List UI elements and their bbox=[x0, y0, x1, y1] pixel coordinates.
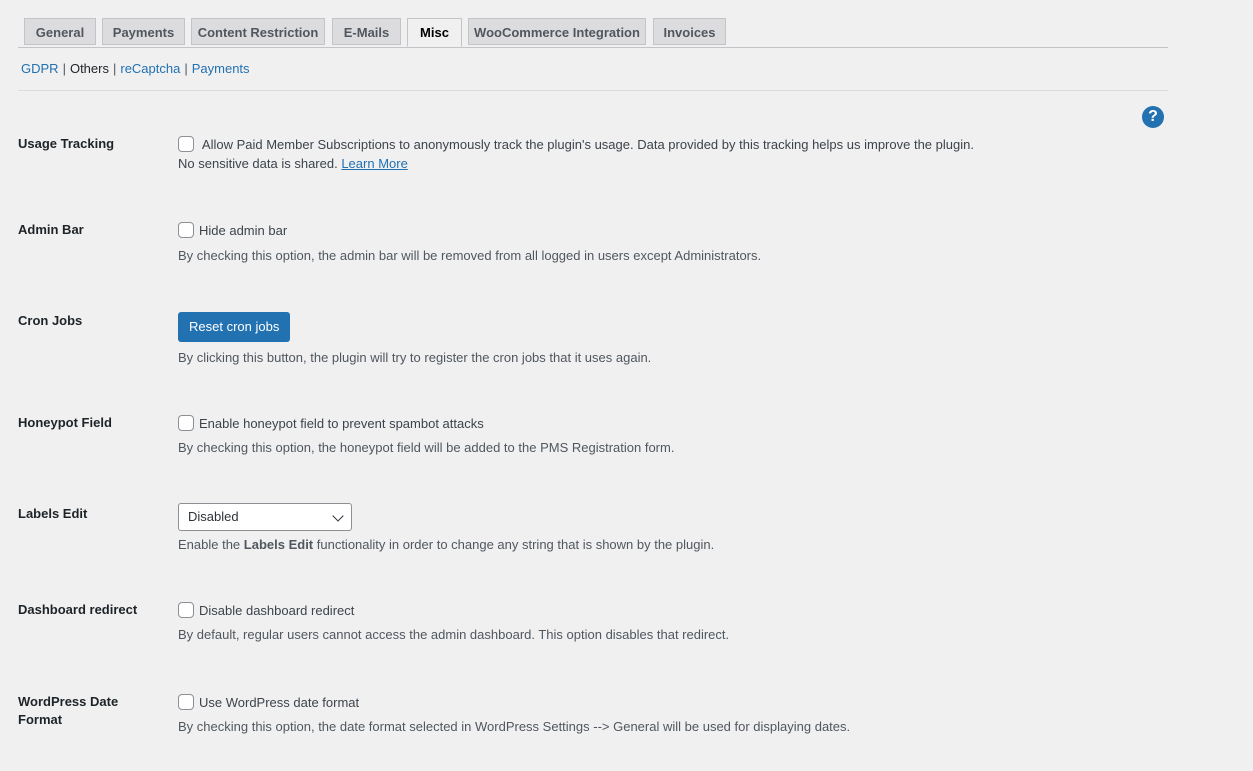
honeypot-checkbox[interactable] bbox=[178, 415, 194, 431]
cron-jobs-label: Cron Jobs bbox=[18, 313, 83, 328]
honeypot-checkbox-label: Enable honeypot field to prevent spambot… bbox=[199, 416, 484, 431]
usage-tracking-field: Allow Paid Member Subscriptions to anony… bbox=[178, 135, 1138, 173]
labels-edit-desc-bold: Labels Edit bbox=[243, 537, 314, 552]
admin-bar-description: By checking this option, the admin bar w… bbox=[178, 248, 762, 263]
chevron-down-icon bbox=[332, 510, 344, 522]
subnav-separator: | bbox=[184, 61, 188, 76]
labels-edit-field: Disabled Enable the Labels Edit function… bbox=[178, 503, 1138, 554]
dashboard-redirect-label: Dashboard redirect bbox=[18, 602, 138, 617]
labels-edit-desc-pre: Enable the bbox=[178, 537, 244, 552]
sub-navigation: GDPR | Others | reCaptcha | Payments bbox=[21, 61, 250, 76]
hide-admin-bar-label: Hide admin bar bbox=[199, 223, 288, 238]
tab-general[interactable]: General bbox=[24, 18, 96, 45]
subnav-separator: | bbox=[112, 61, 117, 76]
admin-bar-label: Admin Bar bbox=[18, 222, 84, 237]
usage-tracking-label: Usage Tracking bbox=[18, 136, 115, 151]
wp-date-format-checkbox-label: Use WordPress date format bbox=[199, 695, 360, 710]
help-icon[interactable]: ? bbox=[1142, 106, 1164, 128]
tab-content-restriction[interactable]: Content Restriction bbox=[191, 18, 325, 45]
dashboard-redirect-field: Disable dashboard redirect By default, r… bbox=[178, 601, 1138, 644]
tab-misc[interactable]: Misc bbox=[407, 18, 462, 47]
usage-tracking-checkbox[interactable] bbox=[178, 136, 194, 152]
usage-tracking-checkbox-label: Allow Paid Member Subscriptions to anony… bbox=[201, 137, 974, 152]
subnav-recaptcha[interactable]: reCaptcha bbox=[120, 61, 180, 76]
hide-admin-bar-checkbox[interactable] bbox=[178, 222, 194, 238]
honeypot-description: By checking this option, the honeypot fi… bbox=[178, 440, 675, 455]
wp-date-format-description: By checking this option, the date format… bbox=[178, 719, 851, 734]
cron-jobs-field: Reset cron jobs By clicking this button,… bbox=[178, 312, 1138, 367]
dashboard-redirect-description: By default, regular users cannot access … bbox=[178, 627, 730, 642]
labels-edit-select[interactable]: Disabled bbox=[178, 503, 352, 531]
wp-date-format-field: Use WordPress date format By checking th… bbox=[178, 693, 1138, 736]
dashboard-redirect-checkbox-label: Disable dashboard redirect bbox=[199, 603, 355, 618]
subnav-gdpr[interactable]: GDPR bbox=[21, 61, 59, 76]
tab-emails[interactable]: E-Mails bbox=[332, 18, 401, 45]
subnav-payments[interactable]: Payments bbox=[192, 61, 250, 76]
honeypot-label: Honeypot Field bbox=[18, 415, 112, 430]
learn-more-link[interactable]: Learn More bbox=[341, 156, 407, 171]
divider bbox=[18, 90, 1168, 91]
admin-bar-field: Hide admin bar By checking this option, … bbox=[178, 221, 1138, 265]
subnav-separator: | bbox=[62, 61, 66, 76]
reset-cron-jobs-button[interactable]: Reset cron jobs bbox=[178, 312, 291, 342]
tab-payments[interactable]: Payments bbox=[102, 18, 185, 45]
usage-tracking-note: No sensitive data is shared. bbox=[178, 156, 338, 171]
labels-edit-label: Labels Edit bbox=[18, 506, 88, 521]
wp-date-format-checkbox[interactable] bbox=[178, 694, 194, 710]
labels-edit-desc-post: functionality in order to change any str… bbox=[313, 537, 715, 552]
dashboard-redirect-checkbox[interactable] bbox=[178, 602, 194, 618]
labels-edit-selected-value: Disabled bbox=[188, 509, 239, 524]
wp-date-format-label: WordPress Date Format bbox=[18, 694, 119, 727]
cron-jobs-description: By clicking this button, the plugin will… bbox=[178, 350, 652, 365]
honeypot-field: Enable honeypot field to prevent spambot… bbox=[178, 414, 1138, 457]
tab-invoices[interactable]: Invoices bbox=[653, 18, 726, 45]
labels-edit-description: Enable the Labels Edit functionality in … bbox=[178, 535, 1138, 554]
tab-woocommerce-integration[interactable]: WooCommerce Integration bbox=[468, 18, 646, 45]
settings-tabs: General Payments Content Restriction E-M… bbox=[18, 18, 1168, 48]
subnav-others[interactable]: Others bbox=[70, 61, 109, 76]
